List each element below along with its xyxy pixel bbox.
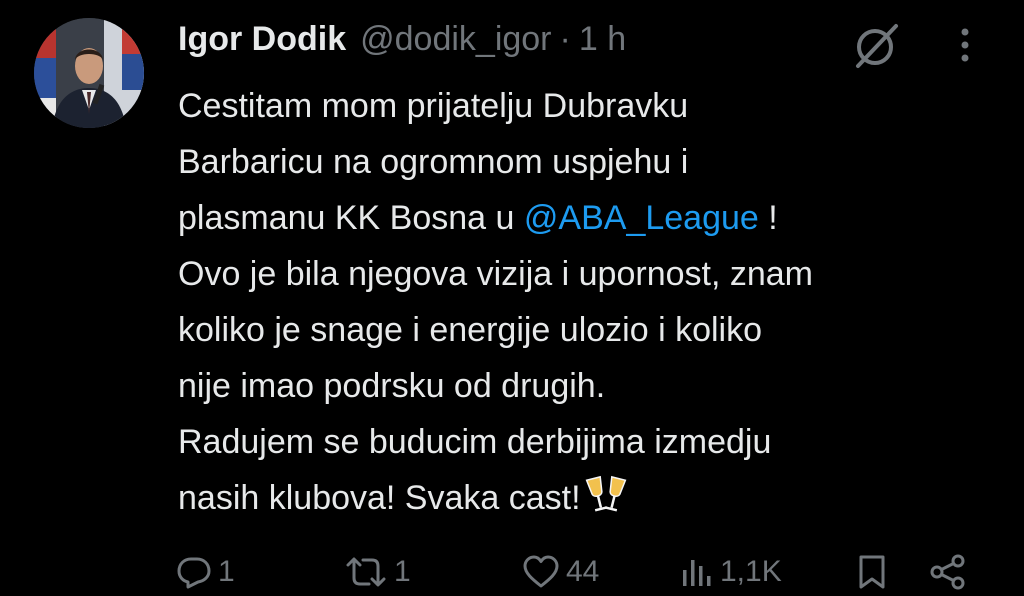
tweet-text: Cestitam mom prijatelju Dubravku Barbari… <box>178 78 998 534</box>
tweet[interactable]: Igor Dodik @dodik_igor · 1 h Cestitam mo… <box>0 0 1024 596</box>
reply-button[interactable]: 1 <box>176 548 235 596</box>
reply-count: 1 <box>218 555 235 588</box>
grok-icon <box>856 24 898 68</box>
mention-link[interactable]: @ABA_League <box>524 199 759 237</box>
tweet-text-line: Cestitam mom prijatelju Dubravku <box>178 87 689 125</box>
views-button[interactable]: 1,1K <box>680 548 782 596</box>
tweet-text-line: Barbaricu na ogromnom uspjehu i <box>178 143 689 181</box>
author-name[interactable]: Igor Dodik <box>178 20 346 59</box>
views-count: 1,1K <box>720 555 782 588</box>
like-count: 44 <box>566 555 600 588</box>
tweet-text-line: Radujem se buducim derbijima izmedju <box>178 423 772 461</box>
tweet-text-line: koliko je snage i energije ulozio i koli… <box>178 311 762 349</box>
repost-button[interactable]: 1 <box>344 548 411 596</box>
tweet-text-segment: plasmanu KK Bosna u <box>178 199 524 237</box>
tweet-text-segment: ! <box>758 199 778 237</box>
more-vertical-icon <box>961 28 969 62</box>
tweet-header: Igor Dodik @dodik_igor · 1 h <box>178 16 626 62</box>
repost-count: 1 <box>394 555 411 588</box>
profile-photo <box>34 18 144 128</box>
bookmark-icon <box>859 555 885 589</box>
tweet-text-line: Ovo je bila njegova vizija i upornost, z… <box>178 255 813 293</box>
more-button[interactable] <box>950 24 980 68</box>
avatar[interactable] <box>34 18 144 128</box>
bookmark-button[interactable] <box>856 548 888 596</box>
tweet-text-line: plasmanu KK Bosna u @ABA_League ! <box>178 190 998 246</box>
author-handle[interactable]: @dodik_igor <box>360 20 551 59</box>
heart-icon <box>523 555 559 588</box>
clinking-glasses-emoji <box>585 475 627 534</box>
share-button[interactable] <box>928 548 968 596</box>
grok-button[interactable] <box>850 20 902 72</box>
tweet-text-line: nije imao podrsku od drugih. <box>178 367 606 405</box>
views-icon <box>683 560 711 586</box>
separator-dot: · <box>559 19 571 58</box>
share-icon <box>930 554 965 590</box>
like-button[interactable]: 44 <box>522 548 599 596</box>
action-bar: 1 1 44 1,1K <box>0 548 1024 596</box>
timestamp[interactable]: 1 h <box>579 20 626 59</box>
repost-icon <box>346 557 386 587</box>
tweet-text-line: nasih klubova! Svaka cast! <box>178 470 998 534</box>
tweet-text-segment: nasih klubova! Svaka cast! <box>178 479 581 517</box>
reply-icon <box>177 557 211 589</box>
